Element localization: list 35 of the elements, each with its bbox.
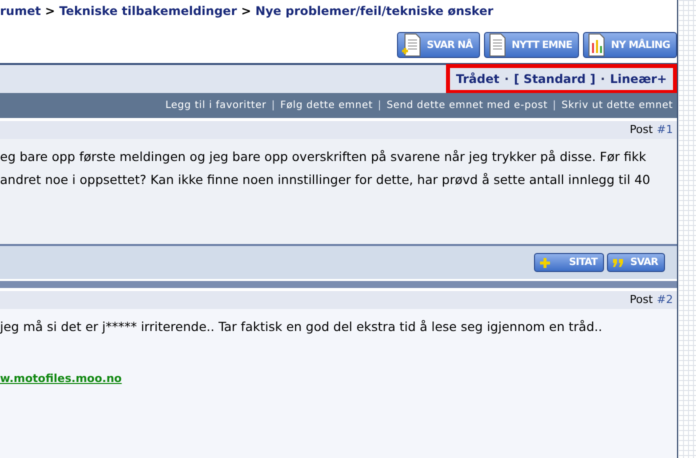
post-number-link[interactable]: #2 xyxy=(656,292,673,308)
separator: · xyxy=(600,71,605,88)
post-label: Post xyxy=(630,122,653,138)
post-action-button[interactable]: SVAR xyxy=(607,253,665,272)
toolbar-button[interactable]: NY MÅLING xyxy=(583,32,677,58)
quote-icon xyxy=(612,258,624,268)
separator: > xyxy=(241,4,252,18)
post-text: andret noe i oppsettet? Kan ikke finne noen innstillinger for dette, har prøvd å sette antall innlegg til 40 xyxy=(0,172,650,187)
separator: | xyxy=(378,99,382,113)
thread-tool-link[interactable]: Legg til i favoritter xyxy=(165,98,266,113)
display-mode-link[interactable]: Lineær+ xyxy=(610,70,667,88)
separator: | xyxy=(271,99,276,113)
display-mode-link[interactable]: [ Standard ] xyxy=(514,70,596,88)
post-number-link[interactable]: #1 xyxy=(656,122,673,138)
toolbar-button[interactable]: SVAR NÅ xyxy=(396,32,480,58)
document-plus-icon xyxy=(400,33,423,57)
post-text: eg bare opp første meldingen og jeg bare opp overskriften på svarene når jeg trykker på disse. Før fikk xyxy=(0,149,646,164)
breadcrumb-link[interactable]: rumet xyxy=(0,4,41,18)
plus-icon xyxy=(539,256,552,268)
toolbar-button[interactable]: NYTT EMNE xyxy=(484,32,580,58)
breadcrumb-link[interactable]: Nye problemer/feil/tekniske ønsker xyxy=(255,4,494,18)
signature-link[interactable]: w.motofiles.moo.no xyxy=(0,372,122,385)
post-text: jeg må si det er j***** irriterende.. Tar faktisk en god del ekstra tid å lese seg igjennom en tråd.. xyxy=(0,319,602,334)
thread-tool-link[interactable]: Send dette emnet med e-post xyxy=(386,98,548,113)
separator: | xyxy=(552,99,556,113)
post-label: Post xyxy=(630,292,653,308)
separator: > xyxy=(45,4,56,18)
display-mode-link[interactable]: Trådet xyxy=(456,70,500,88)
thread-tool-link[interactable]: Skriv ut dette emnet xyxy=(561,98,673,113)
bar-chart-document-icon xyxy=(587,33,608,57)
post-action-button[interactable]: SITAT xyxy=(534,253,604,272)
document-icon xyxy=(488,33,508,57)
breadcrumb-link[interactable]: Tekniske tilbakemeldinger xyxy=(59,4,237,18)
separator: · xyxy=(504,71,509,88)
thread-tool-link[interactable]: Følg dette emnet xyxy=(280,98,373,113)
